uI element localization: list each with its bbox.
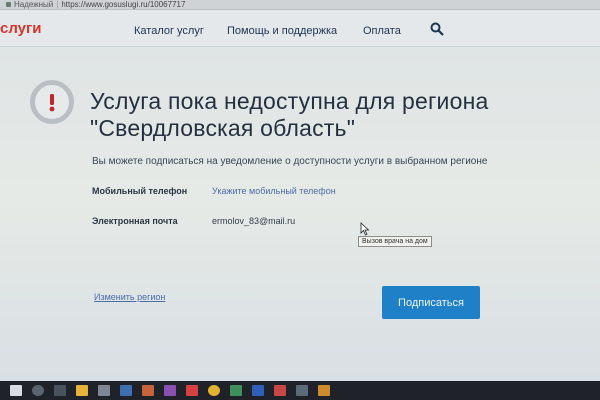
app-icon[interactable] xyxy=(142,385,154,396)
email-label: Электронная почта xyxy=(92,216,178,226)
nav-help[interactable]: Помощь и поддержка xyxy=(227,25,337,37)
app-icon[interactable] xyxy=(164,385,176,396)
phone-label: Мобильный телефон xyxy=(92,186,188,196)
lock-icon xyxy=(6,2,11,8)
app-icon[interactable] xyxy=(318,385,330,396)
start-icon[interactable] xyxy=(10,385,22,396)
store-icon[interactable] xyxy=(98,385,110,396)
address-separator: | xyxy=(56,0,59,9)
explorer-icon[interactable] xyxy=(76,385,88,396)
app-icon[interactable] xyxy=(296,385,308,396)
nav-catalog[interactable]: Каталог услуг xyxy=(134,25,204,37)
notice-subtitle: Вы можете подписаться на уведомление о д… xyxy=(92,156,488,167)
url-text[interactable]: https://www.gosuslugi.ru/10067717 xyxy=(61,0,185,9)
app-icon[interactable] xyxy=(230,385,242,396)
site-header: слуги Каталог услуг Помощь и поддержка О… xyxy=(0,10,600,47)
taskbar xyxy=(0,381,600,400)
cursor-icon xyxy=(360,222,370,236)
secure-label: Надежный xyxy=(14,0,54,9)
search-icon[interactable] xyxy=(32,385,44,396)
address-bar[interactable]: Надежный | https://www.gosuslugi.ru/100677… xyxy=(0,0,600,10)
search-icon[interactable] xyxy=(430,22,444,36)
change-region-link[interactable]: Изменить регион xyxy=(94,292,165,302)
nav-payment[interactable]: Оплата xyxy=(363,25,401,37)
app-icon[interactable] xyxy=(274,385,286,396)
task-view-icon[interactable] xyxy=(54,385,66,396)
title-line-2: "Свердловская область" xyxy=(90,115,356,141)
alert-icon xyxy=(30,80,74,124)
email-field[interactable]: ermolov_83@mail.ru xyxy=(212,216,295,226)
phone-field[interactable]: Укажите мобильный телефон xyxy=(212,186,336,196)
app-icon[interactable] xyxy=(120,385,132,396)
site-logo[interactable]: слуги xyxy=(0,20,41,37)
subscribe-button[interactable]: Подписаться xyxy=(382,286,480,319)
chrome-icon[interactable] xyxy=(208,385,220,396)
tooltip: Вызов врача на дом xyxy=(358,236,432,247)
title-line-1: Услуга пока недоступна для региона xyxy=(90,88,489,114)
page-title: Услуга пока недоступна для региона "Свер… xyxy=(90,88,488,142)
word-icon[interactable] xyxy=(252,385,264,396)
app-icon[interactable] xyxy=(186,385,198,396)
